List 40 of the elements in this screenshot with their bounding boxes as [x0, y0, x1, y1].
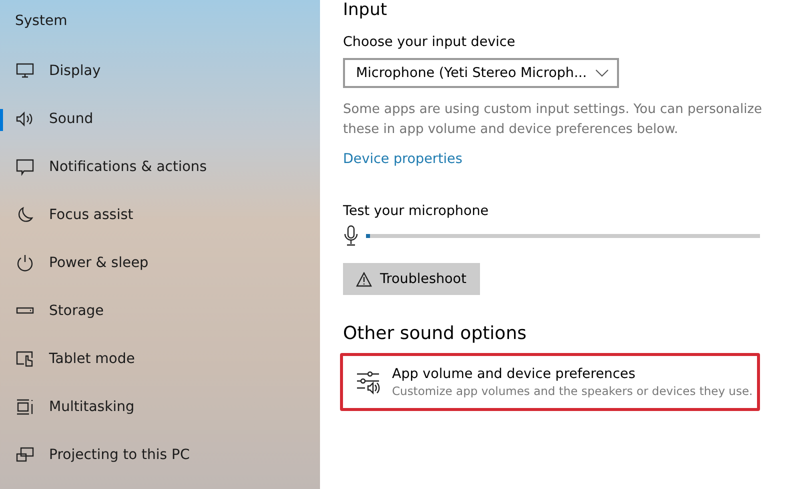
microphone-icon — [343, 225, 359, 247]
section-heading: Other sound options — [343, 323, 528, 344]
mixer-icon — [355, 369, 381, 395]
device-dropdown[interactable]: Microphone (Yeti Stereo Microph... — [343, 58, 619, 88]
sidebar-item-label: Tablet mode — [49, 351, 135, 367]
chevron-down-icon — [595, 69, 609, 77]
sidebar-item-label: Power & sleep — [49, 255, 148, 271]
windows-icon — [15, 397, 35, 417]
device-properties-link[interactable]: Device properties — [343, 151, 462, 167]
section-heading: Input — [343, 0, 388, 20]
warning-icon — [356, 272, 372, 286]
sidebar-item-label: Projecting to this PC — [49, 447, 190, 463]
sidebar-item[interactable]: Sound — [0, 95, 320, 143]
speaker-icon — [15, 109, 35, 129]
sidebar-item-label: Focus assist — [49, 207, 134, 223]
info-text: Some apps are using custom input settings. You can personalize these in app volume and device preferences below. — [343, 101, 764, 139]
sidebar-item-label: Sound — [49, 111, 94, 127]
sidebar-item-label: Multitasking — [49, 399, 134, 415]
tablet-icon — [15, 349, 35, 369]
field-label: Test your microphone — [343, 203, 490, 219]
power-icon — [15, 253, 35, 273]
option-title: App volume and device preferences — [392, 366, 636, 382]
sidebar-item[interactable]: Tablet mode — [0, 335, 320, 383]
sidebar-item[interactable]: Power & sleep — [0, 239, 320, 287]
sidebar-item[interactable]: Projecting to this PC — [0, 431, 320, 479]
troubleshoot-button[interactable]: Troubleshoot — [343, 263, 480, 295]
sidebar-item-label: Display — [49, 63, 101, 79]
sidebar-item[interactable]: Multitasking — [0, 383, 320, 431]
field-label: Choose your input device — [343, 34, 516, 50]
sidebar-item[interactable]: Display — [0, 47, 320, 95]
option-description: Customize app volumes and the speakers or devices they use. — [392, 384, 753, 398]
app-volume-option[interactable]: App volume and device preferences Customize app volumes and the speakers or devices they use. — [340, 353, 760, 411]
sidebar-item[interactable]: Focus assist — [0, 191, 320, 239]
sidebar-item-label: Storage — [49, 303, 104, 319]
sidebar-item[interactable]: Storage — [0, 287, 320, 335]
sidebar-item-label: Notifications & actions — [49, 159, 207, 175]
sidebar-item[interactable]: Notifications & actions — [0, 143, 320, 191]
sidebar-title: System — [14, 13, 68, 31]
selection-indicator — [0, 109, 3, 131]
message-icon — [15, 157, 35, 177]
